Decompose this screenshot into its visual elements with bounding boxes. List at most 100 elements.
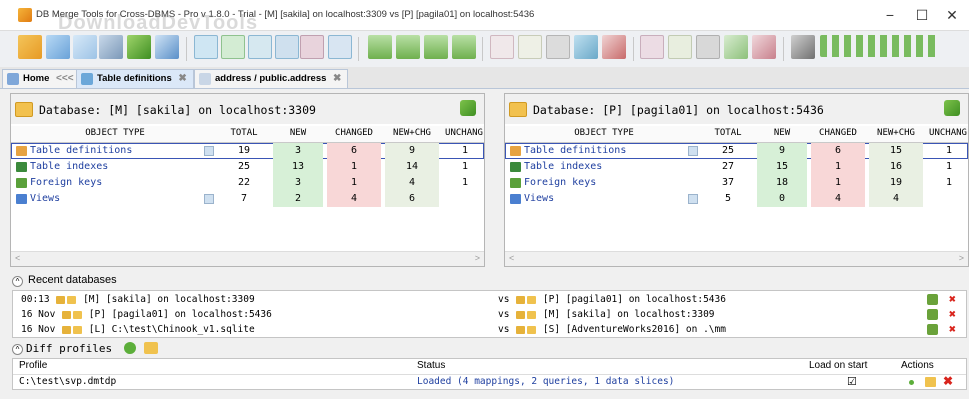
col-object-type[interactable]: OBJECT TYPE [509, 128, 699, 138]
col-total[interactable]: TOTAL [703, 128, 753, 138]
run-profile-icon[interactable] [909, 380, 914, 385]
script-icon[interactable] [490, 35, 514, 59]
grid-changed-icon[interactable] [248, 35, 272, 59]
col-new[interactable]: NEW [757, 128, 807, 138]
grid-view-icon[interactable] [328, 35, 352, 59]
grid-row[interactable]: Table definitions 19 3 6 9 1 [11, 143, 484, 159]
export-icon[interactable] [574, 35, 598, 59]
maximize-button[interactable]: ☐ [912, 6, 932, 24]
refresh-icon[interactable] [127, 35, 151, 59]
cell-name[interactable]: Table indexes [505, 159, 701, 175]
details-icon[interactable] [204, 146, 214, 156]
document2-icon[interactable] [668, 35, 692, 59]
tab-address[interactable]: address / public.address ✖ [194, 69, 349, 88]
col-unchanged[interactable]: UNCHANG [927, 128, 969, 138]
tab-table-definitions[interactable]: Table definitions ✖ [76, 69, 194, 88]
collapse-recent-icon[interactable]: ^ [12, 276, 23, 287]
details-icon[interactable] [688, 146, 698, 156]
script2-icon[interactable] [640, 35, 664, 59]
scroll-left-icon[interactable]: < [15, 253, 20, 263]
refresh-icon[interactable] [460, 100, 476, 116]
database-icon [73, 325, 83, 334]
cell-name[interactable]: Views [505, 191, 701, 207]
profile-row[interactable]: C:\test\svp.dmtdp Loaded (4 mappings, 2 … [13, 375, 966, 390]
col-total[interactable]: TOTAL [219, 128, 269, 138]
open-comparison-icon[interactable] [927, 294, 938, 305]
recent-row[interactable]: 16 Nov [P] [pagila01] on localhost:5436 v… [13, 308, 966, 322]
scroll-right-icon[interactable]: > [475, 253, 480, 263]
col-newchg[interactable]: NEW+CHG [869, 128, 923, 138]
grid-icon[interactable] [194, 35, 218, 59]
document-icon[interactable] [518, 35, 542, 59]
recent-row[interactable]: 16 Nov [L] C:\test\Chinook_v1.sqlite vs [… [13, 323, 966, 337]
grid-row[interactable]: Foreign keys 37 18 1 19 1 [505, 175, 968, 191]
grid-row[interactable]: Views 7 2 4 6 [11, 191, 484, 207]
compare-icon[interactable] [99, 35, 123, 59]
cell-name[interactable]: Table definitions [505, 143, 701, 159]
move-last-icon[interactable] [452, 35, 476, 59]
table-icon[interactable] [73, 35, 97, 59]
open-comparison-icon[interactable] [927, 324, 938, 335]
grid-row[interactable]: Table indexes 27 15 1 16 1 [505, 159, 968, 175]
horizontal-scrollbar[interactable]: < > [505, 251, 968, 266]
scroll-right-icon[interactable]: > [959, 253, 964, 263]
remove-recent-icon[interactable]: ✖ [947, 323, 958, 335]
mappings-icon[interactable] [820, 35, 940, 57]
cell-name[interactable]: Foreign keys [11, 175, 217, 191]
recent-row[interactable]: 00:13 [M] [sakila] on localhost:3309 vs [… [13, 293, 966, 307]
cell-name[interactable]: Table indexes [11, 159, 217, 175]
grid-row[interactable]: Table definitions 25 9 6 15 1 [505, 143, 968, 159]
remove-recent-icon[interactable]: ✖ [947, 293, 958, 305]
col-new[interactable]: NEW [273, 128, 323, 138]
move-down-icon[interactable] [396, 35, 420, 59]
close-tab-icon[interactable]: ✖ [333, 73, 341, 84]
close-window-button[interactable]: ✕ [942, 6, 962, 24]
tools-icon[interactable] [791, 35, 815, 59]
collapse-diff-icon[interactable]: ^ [12, 344, 23, 355]
grid-row[interactable]: Table indexes 25 13 1 14 1 [11, 159, 484, 175]
col-unchanged[interactable]: UNCHANG [443, 128, 485, 138]
grid-row[interactable]: Views 5 0 4 4 [505, 191, 968, 207]
separator [783, 37, 784, 61]
col-newchg[interactable]: NEW+CHG [385, 128, 439, 138]
delete-profile-icon[interactable]: ✖ [943, 375, 953, 387]
cell-newchg: 4 [385, 175, 439, 191]
refresh-icon[interactable] [944, 100, 960, 116]
details-icon[interactable] [204, 194, 214, 204]
minimize-button[interactable]: − [880, 6, 900, 24]
object-type-name: Table indexes [30, 161, 109, 172]
cell-name[interactable]: Views [11, 191, 217, 207]
grid-all-icon[interactable] [275, 35, 299, 59]
profile-status-link[interactable]: Loaded (4 mappings, 2 queries, 1 data sl… [417, 376, 674, 387]
delete-icon[interactable] [602, 35, 626, 59]
load-on-start-checkbox[interactable]: ☑ [847, 375, 857, 388]
col-object-type[interactable]: OBJECT TYPE [15, 128, 215, 138]
recent-date: 00:13 [21, 294, 50, 305]
horizontal-scrollbar[interactable]: < > [11, 251, 484, 266]
grid-new-icon[interactable] [221, 35, 245, 59]
scroll-left-icon[interactable]: < [509, 253, 514, 263]
add-profile-icon[interactable] [124, 342, 136, 354]
move-next-icon[interactable] [424, 35, 448, 59]
grid-diff-icon[interactable] [300, 35, 324, 59]
remove-icon[interactable] [752, 35, 776, 59]
move-up-icon[interactable] [368, 35, 392, 59]
open-comparison-icon[interactable] [927, 309, 938, 320]
remove-recent-icon[interactable]: ✖ [947, 308, 958, 320]
open-profile-icon[interactable] [144, 342, 158, 354]
page2-icon[interactable] [696, 35, 720, 59]
col-changed[interactable]: CHANGED [811, 128, 865, 138]
import-icon[interactable] [724, 35, 748, 59]
page-icon[interactable] [546, 35, 570, 59]
tab-home[interactable]: Home <<< [2, 69, 81, 88]
details-icon[interactable] [688, 194, 698, 204]
col-changed[interactable]: CHANGED [327, 128, 381, 138]
grid-row[interactable]: Foreign keys 22 3 1 4 1 [11, 175, 484, 191]
sync-icon[interactable] [155, 35, 179, 59]
cell-name[interactable]: Table definitions [11, 143, 217, 159]
cell-name[interactable]: Foreign keys [505, 175, 701, 191]
open-icon[interactable] [18, 35, 42, 59]
edit-profile-icon[interactable] [925, 377, 936, 387]
close-tab-icon[interactable]: ✖ [178, 73, 186, 84]
database-icon[interactable] [46, 35, 70, 59]
